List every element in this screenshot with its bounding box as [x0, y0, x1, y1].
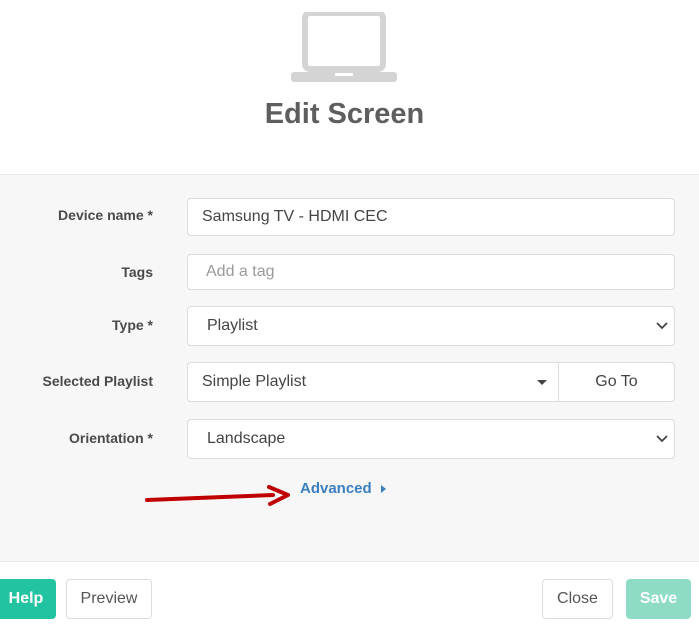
type-label: Type * [112, 317, 153, 333]
advanced-label: Advanced [300, 480, 372, 497]
device-name-value: Samsung TV - HDMI CEC [202, 208, 388, 225]
chevron-down-icon [656, 322, 668, 330]
chevron-down-icon [656, 435, 668, 443]
preview-button[interactable]: Preview [66, 579, 152, 619]
help-button[interactable]: Help [0, 579, 56, 619]
tags-label: Tags [121, 264, 153, 280]
caret-right-icon [380, 484, 386, 493]
page-title: Edit Screen [264, 98, 425, 130]
tags-placeholder: Add a tag [206, 263, 275, 280]
device-name-field[interactable]: Samsung TV - HDMI CEC [187, 198, 675, 236]
go-to-button[interactable]: Go To [558, 362, 675, 402]
playlist-value: Simple Playlist [202, 373, 307, 390]
laptop-icon [291, 12, 397, 82]
annotation-arrow-icon [145, 485, 290, 506]
advanced-toggle[interactable]: Advanced [300, 480, 386, 497]
selected-playlist-label: Selected Playlist [42, 373, 153, 389]
save-button[interactable]: Save [626, 579, 691, 619]
close-button[interactable]: Close [542, 579, 613, 619]
type-value: Playlist [207, 317, 258, 334]
orientation-value: Landscape [207, 430, 286, 447]
tags-input[interactable]: Add a tag [187, 254, 675, 290]
caret-down-icon [537, 380, 547, 385]
device-name-label: Device name * [58, 207, 153, 223]
playlist-select[interactable]: Simple Playlist [187, 362, 558, 402]
orientation-select[interactable]: Landscape [187, 419, 675, 459]
playlist-picker: Simple Playlist Go To [187, 362, 675, 402]
type-select[interactable]: Playlist [187, 306, 675, 346]
dialog-header: Edit Screen [0, 0, 699, 174]
orientation-label: Orientation * [68, 430, 153, 446]
